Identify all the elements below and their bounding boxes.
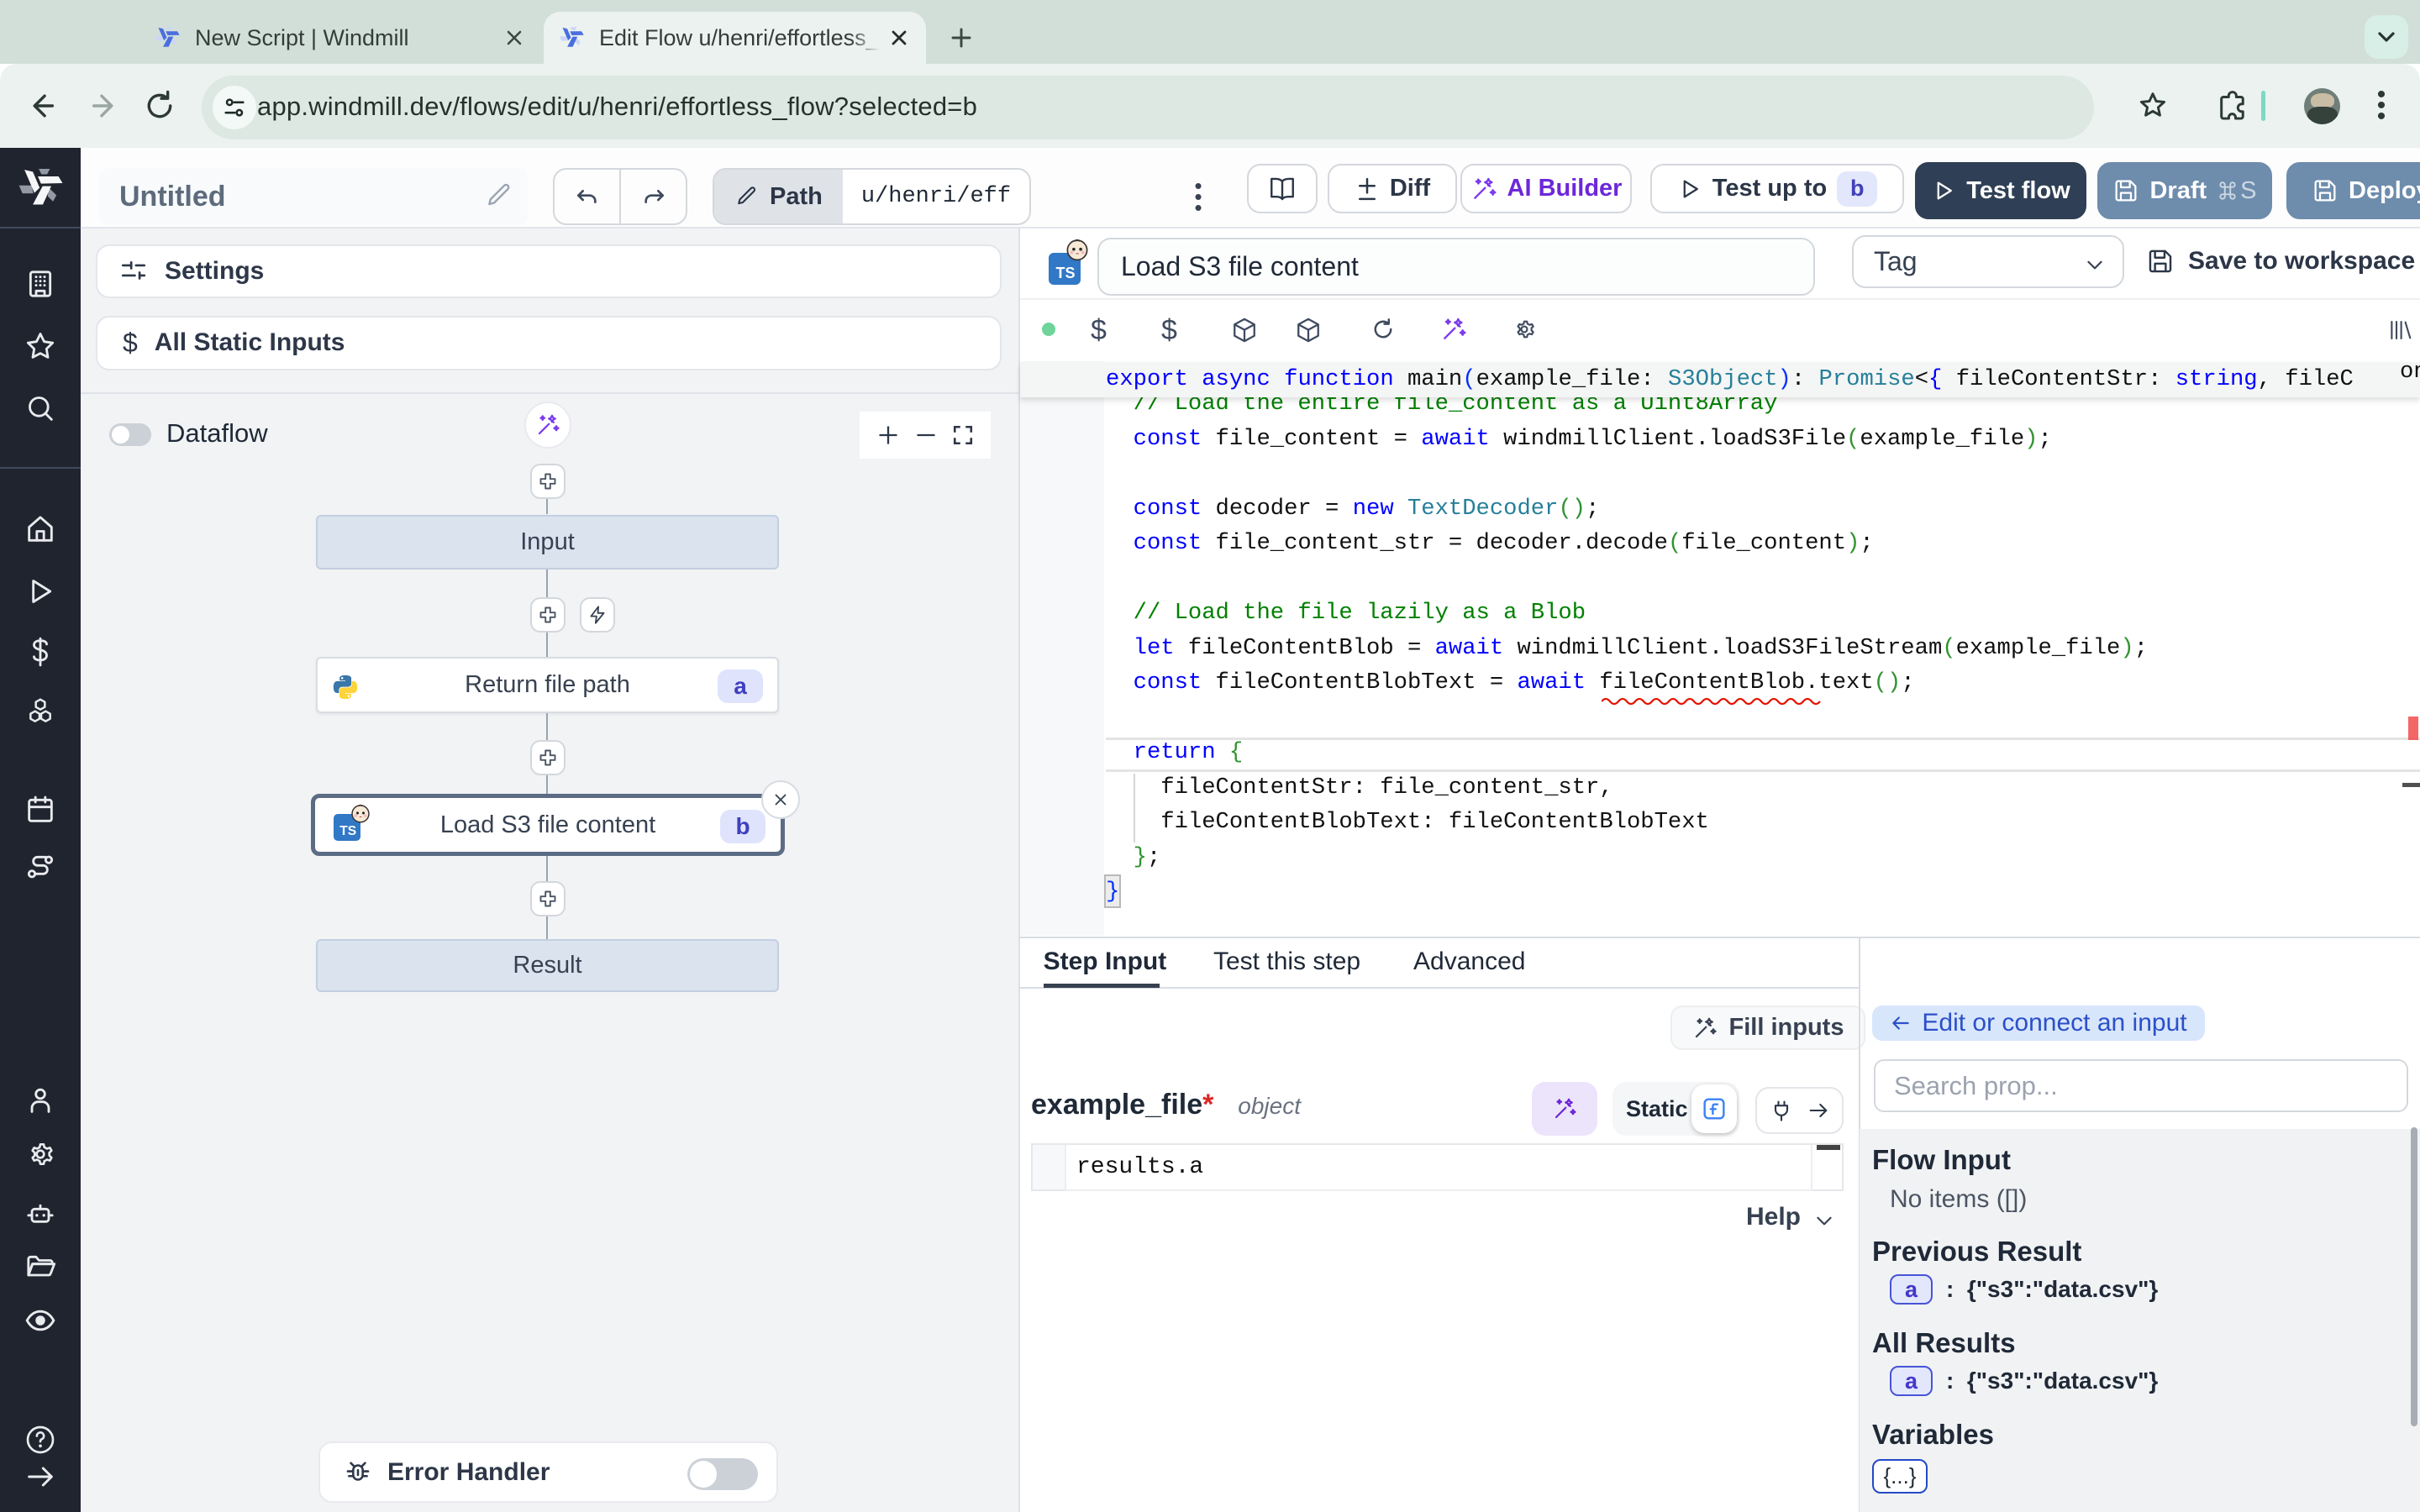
svg-text:TS: TS xyxy=(1055,265,1075,281)
svg-text:TS: TS xyxy=(339,824,356,838)
